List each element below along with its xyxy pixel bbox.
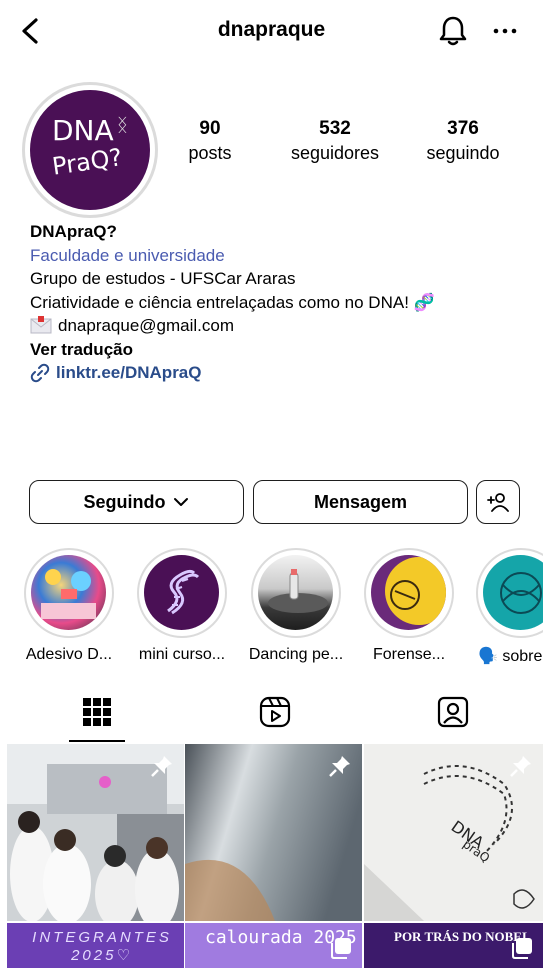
highlight-cover-art (385, 557, 446, 625)
highlight-ring (251, 548, 341, 638)
highlight-cover-art (500, 572, 542, 614)
message-button[interactable]: Mensagem (253, 480, 468, 524)
more-horizontal-icon[interactable] (490, 16, 520, 46)
following-button[interactable]: Seguindo (29, 480, 244, 524)
highlight-cover (371, 555, 446, 630)
bio-line: Criatividade e ciência entrelaçadas como… (30, 292, 435, 312)
tagged-icon[interactable] (436, 695, 470, 729)
display-name: DNApraQ? (30, 222, 117, 241)
reels-icon[interactable] (258, 695, 292, 729)
carousel-icon (331, 938, 351, 959)
following-label: seguindo (426, 143, 500, 163)
message-button-label: Mensagem (313, 491, 408, 512)
grid-post[interactable] (7, 744, 184, 921)
profile-avatar[interactable]: DNA ᛝ PraQ? (22, 82, 158, 218)
highlight-cover-art (41, 569, 96, 619)
story-highlight[interactable]: 🗣️ sobre (476, 548, 543, 666)
bio-link[interactable]: linktr.ee/DNApraQ (30, 361, 530, 385)
story-highlight[interactable]: Forense... (364, 548, 454, 664)
highlight-ring (476, 548, 543, 638)
pin-icon (510, 756, 531, 777)
chevron-down-icon (173, 498, 188, 506)
following-count: 376 (447, 118, 479, 139)
email-text[interactable]: dnapraque@gmail.com (58, 316, 234, 335)
bell-icon[interactable] (437, 14, 469, 48)
grid-post[interactable]: POR TRÁS DO NOBEL (364, 923, 543, 968)
grid-post[interactable]: INTEGRANTES 2025♡ (7, 923, 184, 968)
avatar-logo-text: DNA (52, 114, 114, 147)
grid-post[interactable]: calourada 2025 (185, 923, 362, 968)
highlight-ring (137, 548, 227, 638)
avatar-logo-text-2: PraQ? (50, 143, 124, 181)
highlight-ring (364, 548, 454, 638)
followers-count: 532 (319, 118, 351, 139)
carousel-icon (512, 938, 532, 959)
story-highlight[interactable]: mini curso... (137, 548, 227, 664)
see-translation-link[interactable]: Ver tradução (30, 338, 530, 362)
avatar-image: DNA ᛝ PraQ? (30, 90, 150, 210)
highlight-ring (24, 548, 114, 638)
grid-icon[interactable] (80, 695, 114, 729)
active-tab-indicator (69, 740, 125, 742)
profile-category[interactable]: Faculdade e universidade (30, 244, 530, 268)
post-text: INTEGRANTES 2025♡ (32, 929, 172, 964)
grid-post[interactable] (185, 744, 362, 921)
profile-bio: DNApraQ? Faculdade e universidade Grupo … (30, 220, 530, 385)
bio-line: Grupo de estudos - UFSCar Araras (30, 269, 296, 288)
dna-helix-icon: ᛝ (117, 115, 128, 135)
link-icon (30, 363, 50, 382)
highlight-cover-art (268, 569, 328, 613)
story-highlight[interactable]: Adesivo D... (24, 548, 114, 664)
following-stat[interactable]: 376 seguindo (418, 118, 508, 164)
top-bar: dnapraque (0, 0, 543, 64)
highlight-label: 🗣️ sobre (478, 648, 543, 665)
envelope-icon (30, 316, 52, 334)
profile-tabs (0, 690, 543, 744)
add-person-icon (487, 493, 509, 512)
highlight-cover (483, 555, 543, 630)
dna-helix-icon (167, 569, 200, 615)
bio-email-line: dnapraque@gmail.com (30, 314, 530, 338)
grid-post[interactable]: DNA praQ (364, 744, 543, 921)
followers-stat[interactable]: 532 seguidores (282, 118, 388, 164)
highlight-cover (258, 555, 333, 630)
pin-icon (329, 756, 350, 777)
following-button-label: Seguindo (83, 491, 166, 512)
bio-link-text[interactable]: linktr.ee/DNApraQ (56, 361, 202, 385)
posts-stat[interactable]: 90 posts (180, 118, 240, 164)
story-highlight[interactable]: Dancing pe... (249, 548, 343, 664)
followers-label: seguidores (290, 143, 380, 163)
pin-icon (151, 756, 172, 777)
suggested-users-button[interactable] (476, 480, 520, 524)
posts-count: 90 (199, 118, 221, 139)
highlight-cover (31, 555, 106, 630)
highlight-cover (144, 555, 219, 630)
posts-label: posts (188, 143, 232, 163)
highlight-label: Forense... (372, 646, 446, 663)
